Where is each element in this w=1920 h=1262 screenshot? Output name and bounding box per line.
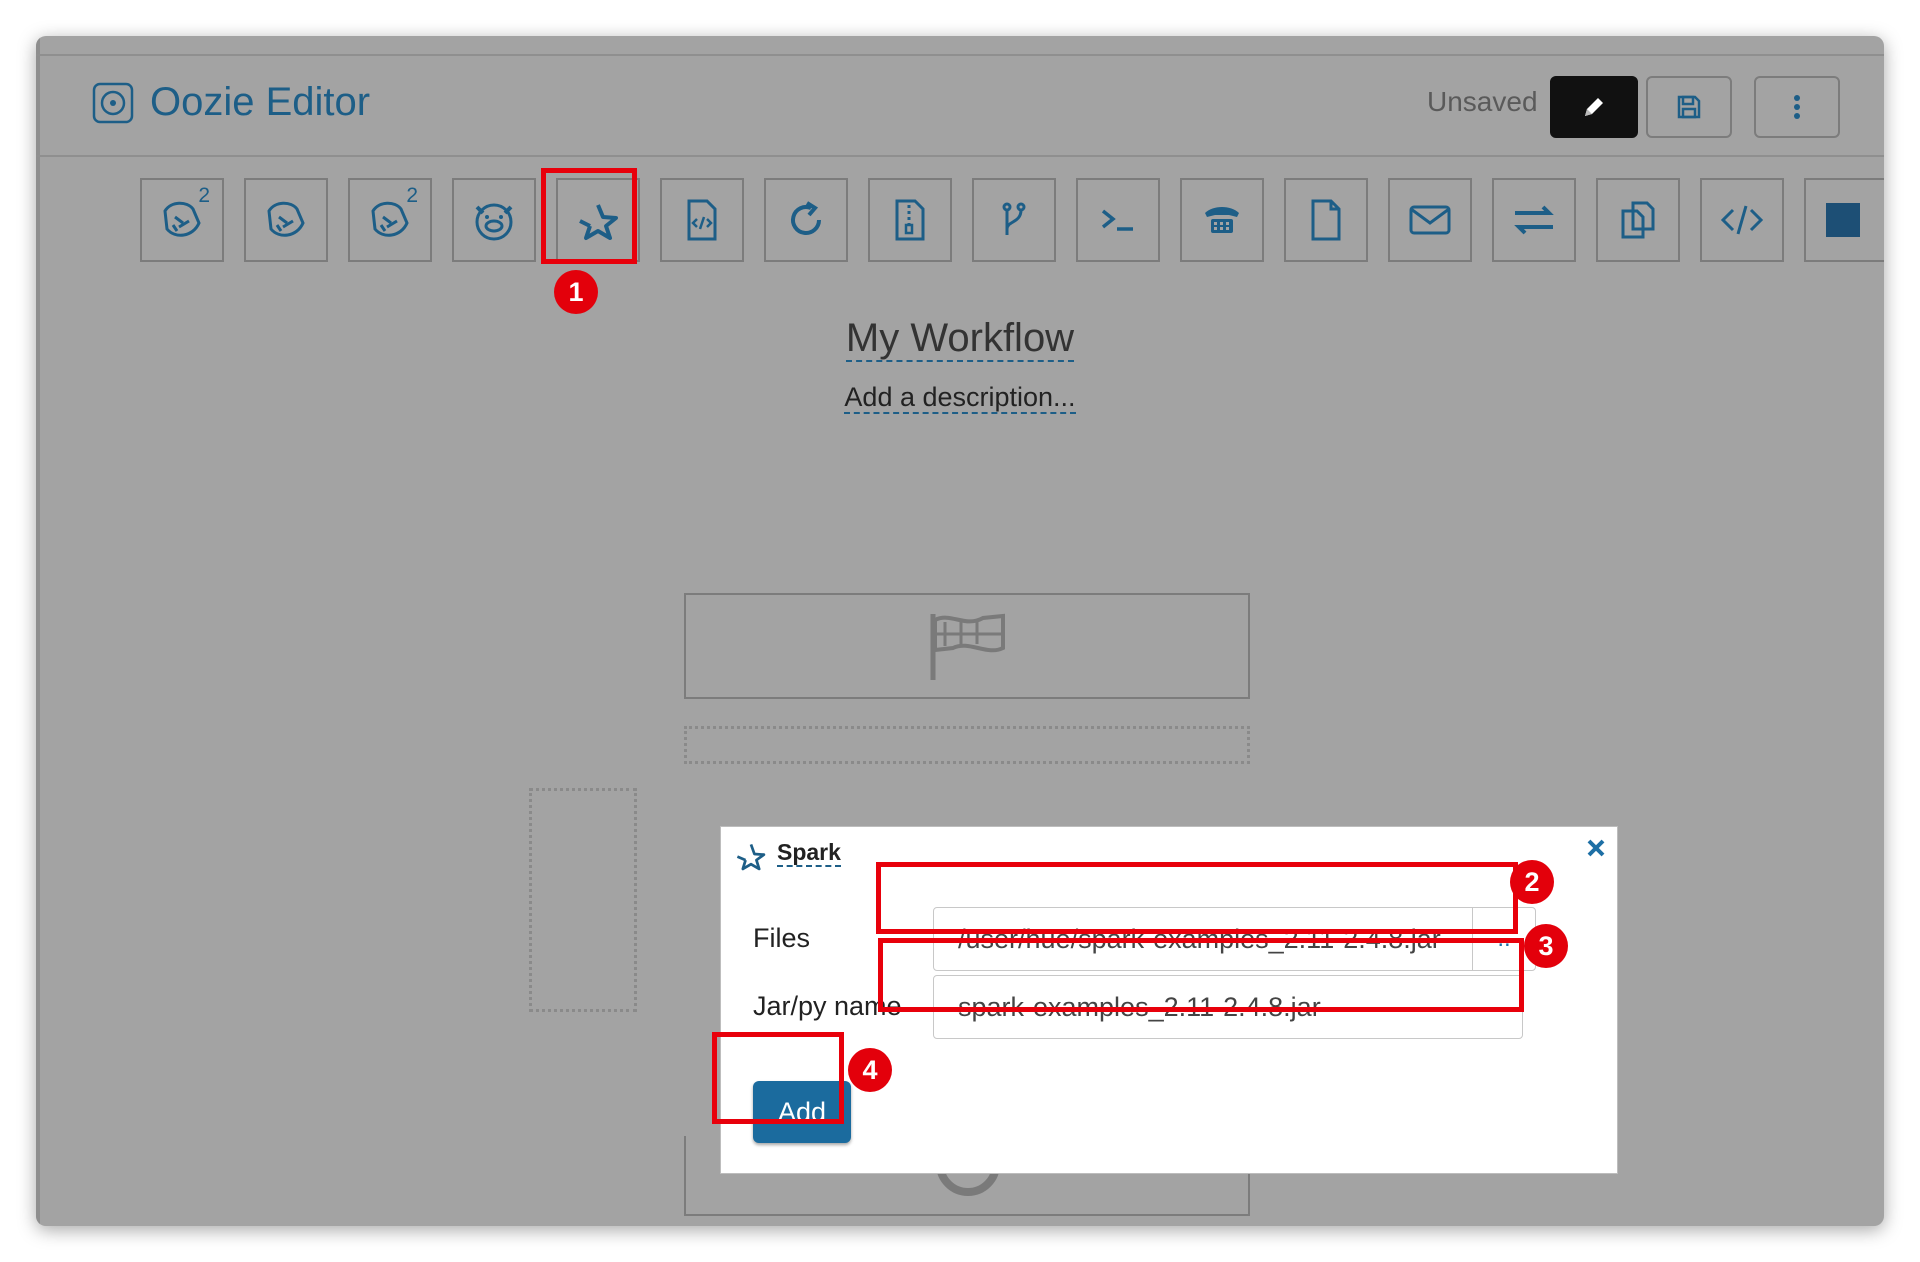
transfer-action-button[interactable] bbox=[1492, 178, 1576, 262]
hive2-action-button[interactable]: 2 bbox=[140, 178, 224, 262]
oozie-logo-icon bbox=[92, 82, 134, 124]
more-vertical-icon bbox=[1794, 95, 1800, 119]
pig-icon bbox=[475, 203, 513, 241]
window-left-edge bbox=[36, 36, 40, 1226]
pencil-icon bbox=[1585, 98, 1603, 116]
more-options-button[interactable] bbox=[1754, 76, 1840, 138]
generic-action-button[interactable] bbox=[1700, 178, 1784, 262]
fork-action-button[interactable] bbox=[972, 178, 1056, 262]
callout-number: 4 bbox=[848, 1048, 892, 1092]
edit-button[interactable] bbox=[1550, 76, 1638, 138]
callout-highlight-spark bbox=[541, 168, 637, 264]
files-label: Files bbox=[753, 923, 811, 953]
ssh-icon bbox=[1205, 207, 1239, 233]
top-divider bbox=[36, 54, 1884, 56]
callout-highlight-add bbox=[712, 1032, 844, 1124]
start-node bbox=[684, 593, 1250, 699]
subworkflow-action-button[interactable] bbox=[764, 178, 848, 262]
save-button[interactable] bbox=[1646, 76, 1732, 138]
spark-icon bbox=[736, 843, 766, 871]
flag-icon bbox=[930, 613, 1005, 680]
drop-zone[interactable] bbox=[684, 726, 1250, 764]
pig-action-button[interactable] bbox=[452, 178, 536, 262]
workflow-title[interactable]: My Workflow bbox=[36, 316, 1884, 362]
page-title: Oozie Editor bbox=[150, 80, 371, 124]
email-icon bbox=[1409, 205, 1451, 235]
shell-icon bbox=[1101, 209, 1133, 231]
callout-number: 3 bbox=[1524, 924, 1568, 968]
java-file-icon bbox=[687, 199, 717, 241]
archive-file-icon bbox=[895, 199, 925, 241]
java-action-button[interactable] bbox=[660, 178, 744, 262]
callout-highlight-files bbox=[876, 862, 1518, 934]
archive-action-button[interactable] bbox=[868, 178, 952, 262]
stop-icon bbox=[1826, 203, 1860, 237]
ssh-action-button[interactable] bbox=[1180, 178, 1264, 262]
version-superscript: 2 bbox=[406, 184, 418, 207]
callout-number: 2 bbox=[1510, 860, 1554, 904]
shell-action-button[interactable] bbox=[1076, 178, 1160, 262]
workflow-description[interactable]: Add a description... bbox=[36, 382, 1884, 414]
copy-icon bbox=[1621, 201, 1655, 239]
hive-icon bbox=[267, 201, 305, 237]
drop-zone-side[interactable] bbox=[529, 788, 637, 1012]
code-icon bbox=[1720, 205, 1764, 235]
header-divider bbox=[36, 155, 1884, 157]
file-icon bbox=[1311, 199, 1341, 241]
save-status-text: Unsaved bbox=[1427, 86, 1538, 117]
version-superscript: 2 bbox=[198, 184, 210, 207]
hive-action-button[interactable] bbox=[244, 178, 328, 262]
callout-highlight-jar bbox=[878, 938, 1524, 1012]
dialog-title[interactable]: Spark bbox=[777, 839, 841, 867]
email-action-button[interactable] bbox=[1388, 178, 1472, 262]
file-action-button[interactable] bbox=[1284, 178, 1368, 262]
fork-icon bbox=[1002, 202, 1026, 235]
hive-server2-action-button[interactable]: 2 bbox=[348, 178, 432, 262]
copy-action-button[interactable] bbox=[1596, 178, 1680, 262]
kill-action-button[interactable] bbox=[1804, 178, 1884, 262]
sync-icon bbox=[791, 201, 821, 235]
save-icon bbox=[1677, 95, 1701, 119]
exchange-icon bbox=[1514, 205, 1554, 235]
callout-number: 1 bbox=[554, 270, 598, 314]
close-icon[interactable] bbox=[1583, 835, 1609, 861]
app-window: Oozie Editor Unsaved 2 2 My Workflow Add… bbox=[36, 36, 1884, 1226]
